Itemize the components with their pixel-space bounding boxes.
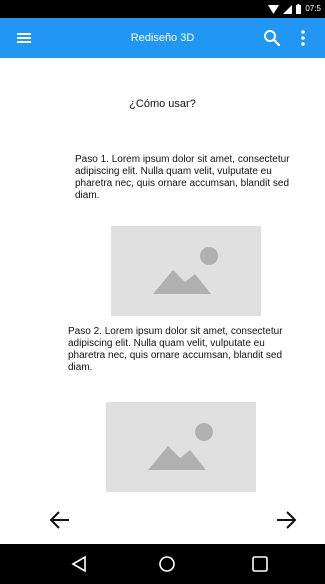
step-2-text: Paso 2. Lorem ipsum dolor sit amet, cons…: [68, 326, 283, 373]
page-heading: ¿Cómo usar?: [129, 98, 196, 110]
status-time: 07:5: [305, 4, 321, 13]
wifi-icon: [268, 4, 280, 14]
signal-icon: [283, 4, 293, 14]
home-circle-icon[interactable]: [157, 554, 177, 574]
more-vertical-icon[interactable]: [298, 29, 308, 47]
status-bar: 07:5: [0, 0, 325, 18]
image-placeholder-icon: [148, 423, 213, 470]
image-placeholder-icon: [153, 247, 218, 294]
arrow-right-icon[interactable]: [274, 508, 298, 532]
search-icon[interactable]: [263, 29, 281, 47]
step-2-image-placeholder: [106, 402, 256, 492]
step-1-image-placeholder: [111, 226, 261, 316]
app-bar: Rediseño 3D: [0, 18, 325, 58]
step-1-text: Paso 1. Lorem ipsum dolor sit amet, cons…: [75, 154, 290, 201]
back-triangle-icon[interactable]: [69, 554, 89, 574]
battery-icon: [296, 4, 302, 14]
system-nav-bar: [0, 544, 325, 584]
recents-square-icon[interactable]: [250, 554, 270, 574]
status-icons: 07:5: [268, 0, 321, 18]
arrow-left-icon[interactable]: [48, 508, 72, 532]
